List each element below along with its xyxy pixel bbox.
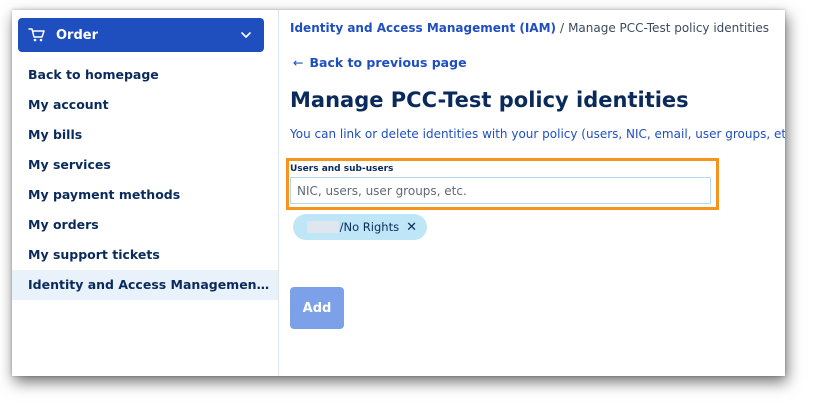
sidebar-nav: Back to homepage My account My bills My …	[12, 60, 278, 300]
arrow-left-icon: ←	[293, 55, 304, 70]
page-subtitle: You can link or delete identities with y…	[290, 127, 785, 141]
redacted-username	[307, 221, 339, 233]
users-field-label: Users and sub-users	[290, 164, 394, 174]
sidebar: Order Back to homepage My account My bil…	[12, 10, 279, 376]
identity-tag-label: /No Rights	[339, 220, 400, 234]
main-content: Identity and Access Management (IAM) / Man…	[286, 10, 785, 376]
cart-icon	[28, 28, 45, 42]
breadcrumb-iam-link[interactable]: Identity and Access Management (IAM)	[290, 21, 556, 35]
sidebar-item-orders[interactable]: My orders	[12, 210, 278, 240]
breadcrumb: Identity and Access Management (IAM) / Man…	[290, 21, 769, 35]
close-icon[interactable]: ✕	[406, 220, 417, 235]
page-title: Manage PCC-Test policy identities	[290, 88, 689, 112]
app-window: Order Back to homepage My account My bil…	[12, 10, 785, 376]
sidebar-item-iam[interactable]: Identity and Access Management (IAM)...	[12, 270, 278, 300]
sidebar-item-services[interactable]: My services	[12, 150, 278, 180]
order-button[interactable]: Order	[18, 18, 264, 52]
back-link[interactable]: ← Back to previous page	[293, 55, 467, 70]
identity-tag: /No Rights ✕	[293, 214, 427, 240]
users-search-input[interactable]	[290, 177, 711, 204]
order-button-label: Order	[56, 27, 98, 43]
breadcrumb-separator: /	[560, 21, 565, 35]
add-button[interactable]: Add	[290, 287, 344, 329]
sidebar-item-homepage[interactable]: Back to homepage	[12, 60, 278, 90]
breadcrumb-current: Manage PCC-Test policy identities	[568, 21, 770, 35]
sidebar-item-account[interactable]: My account	[12, 90, 278, 120]
sidebar-item-bills[interactable]: My bills	[12, 120, 278, 150]
sidebar-item-payment-methods[interactable]: My payment methods	[12, 180, 278, 210]
back-link-label: Back to previous page	[309, 55, 467, 70]
sidebar-item-support-tickets[interactable]: My support tickets	[12, 240, 278, 270]
chevron-down-icon	[241, 32, 251, 38]
